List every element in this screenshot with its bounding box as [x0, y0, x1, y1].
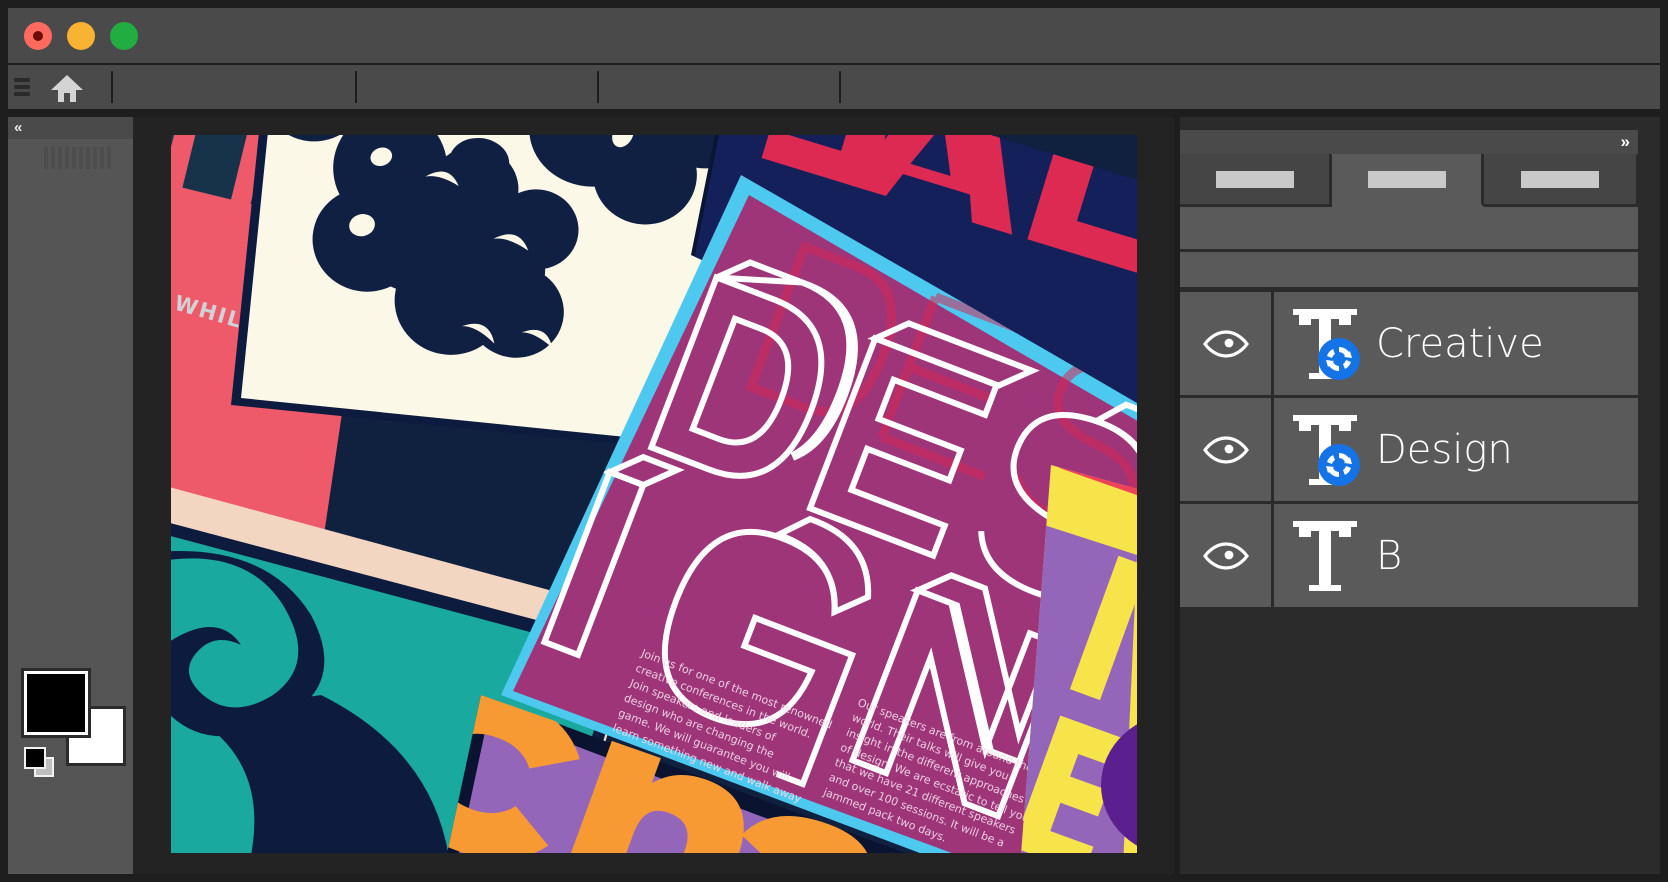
- options-separator: [597, 71, 599, 103]
- layers-list: Creative: [1180, 292, 1638, 610]
- home-button[interactable]: [48, 71, 86, 105]
- grip-line: [51, 147, 55, 169]
- layer-content[interactable]: Creative: [1274, 292, 1638, 395]
- eye-icon: [1203, 541, 1249, 571]
- foreground-color-swatch[interactable]: [24, 671, 88, 735]
- grip-line: [93, 147, 97, 169]
- layer-content[interactable]: B: [1274, 504, 1638, 607]
- panel-tab-1-label: [1216, 171, 1294, 188]
- grip-line: [44, 147, 48, 169]
- tool-grip-icon[interactable]: [44, 147, 111, 169]
- close-window-button[interactable]: [24, 22, 52, 50]
- hamburger-menu-icon[interactable]: [14, 76, 34, 98]
- poster-collage-artwork: ER WHILE SUP: [171, 135, 1137, 853]
- layers-lock-options-row[interactable]: [1180, 252, 1638, 287]
- grip-line: [58, 147, 62, 169]
- grip-line: [100, 147, 104, 169]
- sync-icon: [1318, 444, 1360, 486]
- layer-name: Design: [1376, 427, 1513, 473]
- hamburger-line: [14, 85, 30, 89]
- layer-thumbnail[interactable]: [1274, 515, 1376, 597]
- home-icon: [50, 73, 84, 103]
- hamburger-line: [14, 78, 30, 82]
- layer-row[interactable]: Creative: [1180, 292, 1638, 395]
- dock-header: »: [1180, 130, 1638, 154]
- maximize-window-button[interactable]: [110, 22, 138, 50]
- color-swatches: [24, 671, 129, 776]
- eye-icon: [1203, 435, 1249, 465]
- hamburger-line: [14, 92, 30, 96]
- grip-line: [79, 147, 83, 169]
- minimize-window-button[interactable]: [67, 22, 95, 50]
- canvas-area[interactable]: ER WHILE SUP: [133, 117, 1174, 874]
- panel-tab-1[interactable]: [1180, 154, 1332, 207]
- panel-tab-3[interactable]: [1484, 154, 1636, 207]
- options-separator: [111, 71, 113, 103]
- text-layer-icon: [1287, 303, 1363, 385]
- layer-content[interactable]: Design: [1274, 398, 1638, 501]
- layers-blend-options-row[interactable]: [1180, 207, 1638, 249]
- layer-thumbnail[interactable]: [1274, 409, 1376, 491]
- options-bar: [8, 65, 1660, 109]
- title-bar: [8, 8, 1660, 63]
- layer-name: Creative: [1376, 321, 1544, 367]
- tools-sidebar: «: [8, 117, 133, 874]
- layer-name: B: [1376, 533, 1402, 579]
- dock-collapse-button[interactable]: »: [1621, 131, 1628, 153]
- options-separator: [355, 71, 357, 103]
- artboard[interactable]: ER WHILE SUP: [171, 135, 1137, 853]
- layer-row[interactable]: Design: [1180, 398, 1638, 501]
- grip-line: [65, 147, 69, 169]
- sync-icon: [1318, 338, 1360, 380]
- default-foreground-chip: [24, 747, 46, 769]
- window-controls: [24, 22, 138, 50]
- default-colors-button[interactable]: [24, 747, 54, 777]
- grip-line: [72, 147, 76, 169]
- layer-visibility-toggle[interactable]: [1180, 292, 1271, 395]
- grip-line: [107, 147, 111, 169]
- eye-icon: [1203, 329, 1249, 359]
- text-layer-icon: [1287, 515, 1363, 597]
- grip-line: [86, 147, 90, 169]
- text-layer-icon: [1287, 409, 1363, 491]
- layer-visibility-toggle[interactable]: [1180, 504, 1271, 607]
- options-separator: [839, 71, 841, 103]
- sidebar-collapse-button[interactable]: «: [8, 117, 133, 139]
- panel-tab-3-label: [1521, 171, 1599, 188]
- layer-row[interactable]: B: [1180, 504, 1638, 607]
- panel-dock: »: [1180, 117, 1660, 874]
- panel-tab-2[interactable]: [1332, 154, 1484, 207]
- layer-thumbnail[interactable]: [1274, 303, 1376, 385]
- panel-tab-2-label: [1368, 171, 1446, 188]
- panel-tab-bar: [1180, 154, 1638, 207]
- layer-visibility-toggle[interactable]: [1180, 398, 1271, 501]
- application-window: «: [0, 0, 1668, 882]
